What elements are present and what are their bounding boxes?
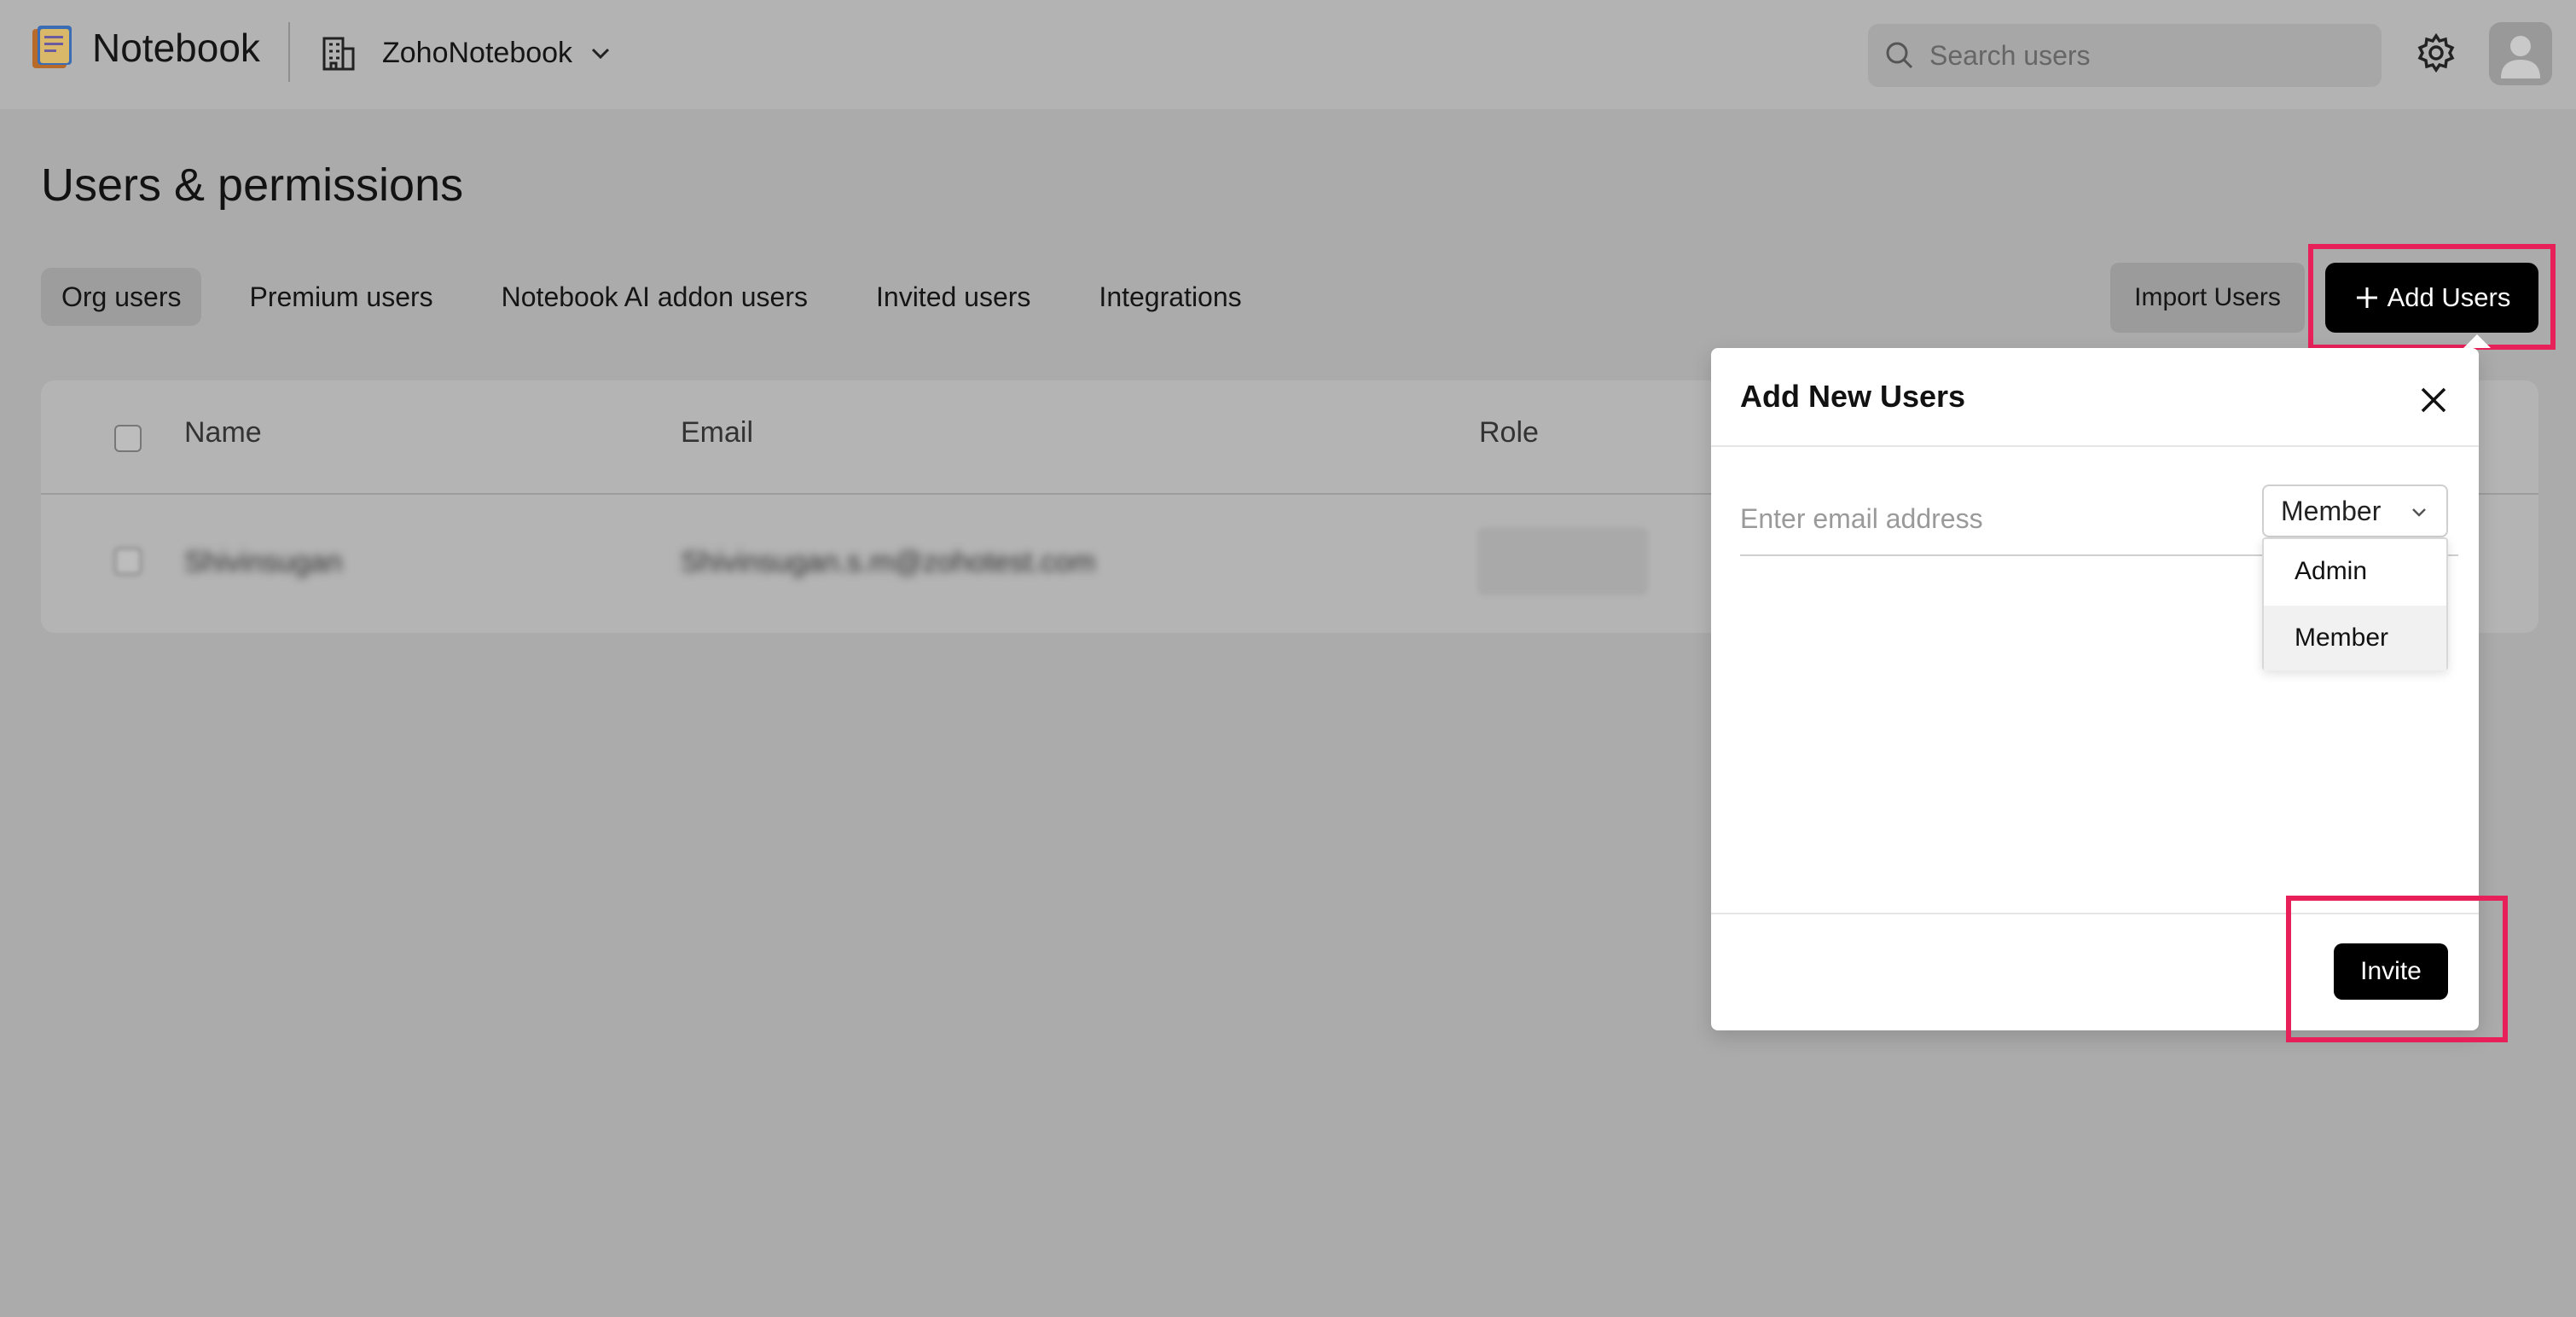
role-option-member[interactable]: Member	[2264, 606, 2446, 670]
column-email: Email	[681, 416, 754, 449]
page-title: Users & permissions	[41, 160, 464, 211]
tab-org-users[interactable]: Org users	[41, 268, 202, 326]
import-users-button[interactable]: Import Users	[2110, 263, 2305, 333]
search-box	[1868, 24, 2382, 87]
chevron-down-icon	[2412, 508, 2426, 517]
chevron-down-icon	[591, 48, 610, 60]
tab-notebook-ai-addon-users[interactable]: Notebook AI addon users	[481, 268, 828, 326]
tab-bar: Org users Premium users Notebook AI addo…	[41, 268, 1290, 326]
role-select[interactable]: Member	[2262, 484, 2448, 537]
add-users-highlight	[2308, 244, 2556, 350]
row-checkbox[interactable]	[114, 548, 142, 575]
tab-integrations[interactable]: Integrations	[1078, 268, 1262, 326]
role-select-value: Member	[2281, 495, 2382, 526]
close-icon[interactable]	[2414, 380, 2453, 420]
gear-icon[interactable]	[2414, 31, 2458, 75]
org-name: ZohoNotebook	[382, 36, 573, 69]
row-email: Shivinsugan.s.m@zohotest.com	[681, 546, 1096, 578]
avatar-icon	[2501, 36, 2540, 78]
row-role-select[interactable]	[1477, 527, 1648, 595]
top-bar: Notebook ZohoNotebook	[0, 0, 2576, 109]
search-input[interactable]	[1929, 39, 2373, 72]
row-name: Shivinsugan	[184, 546, 343, 578]
search-icon	[1886, 42, 1913, 69]
avatar[interactable]	[2489, 22, 2552, 85]
popover-caret	[2463, 334, 2491, 348]
role-dropdown: Admin Member	[2262, 537, 2448, 670]
column-role: Role	[1479, 416, 1539, 449]
building-icon	[322, 37, 355, 71]
invite-highlight	[2286, 896, 2508, 1042]
dialog-title: Add New Users	[1740, 379, 1966, 414]
header-divider	[288, 22, 290, 82]
tab-invited-users[interactable]: Invited users	[856, 268, 1051, 326]
app-name: Notebook	[92, 26, 260, 70]
org-switcher[interactable]: ZohoNotebook	[319, 27, 613, 78]
email-field[interactable]	[1740, 484, 2235, 553]
column-name: Name	[184, 416, 262, 449]
notebook-logo-icon[interactable]	[29, 24, 77, 72]
select-all-checkbox[interactable]	[114, 425, 142, 452]
role-option-admin[interactable]: Admin	[2264, 539, 2446, 604]
dialog-divider	[1711, 445, 2479, 447]
tab-premium-users[interactable]: Premium users	[229, 268, 453, 326]
